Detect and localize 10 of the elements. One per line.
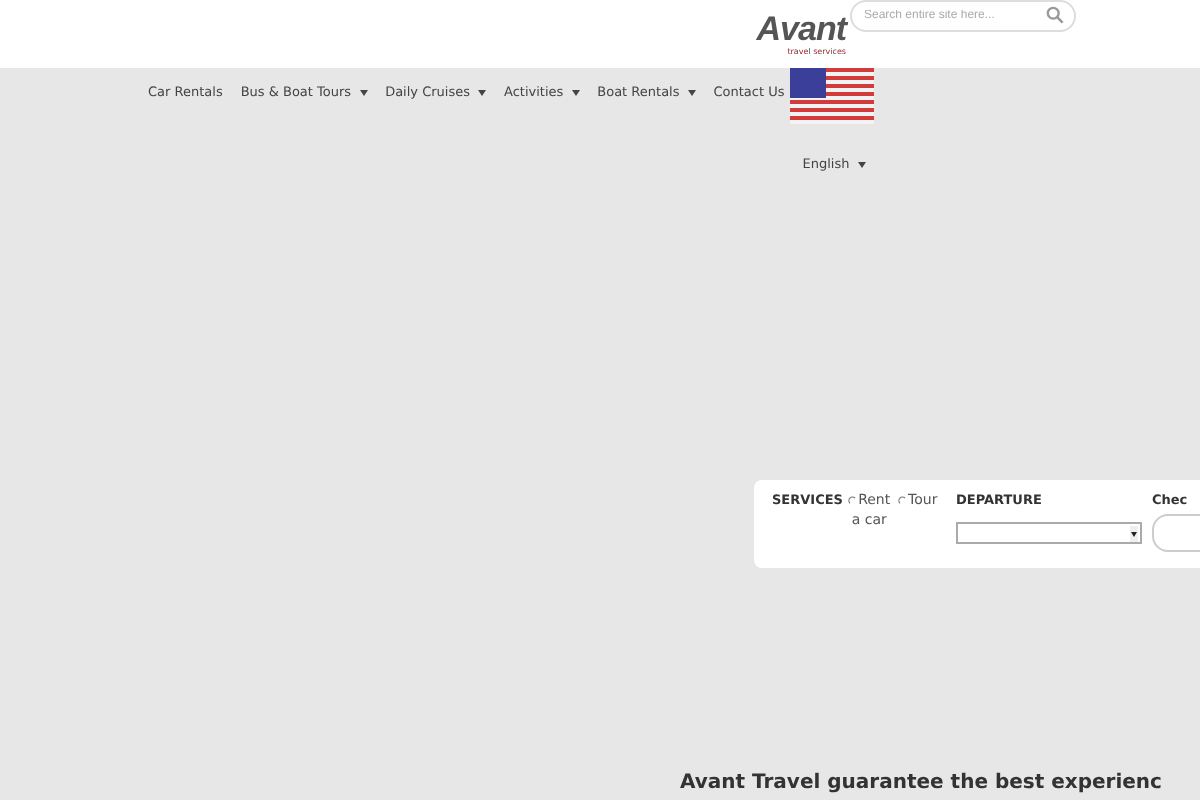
search-icon[interactable]: [1046, 6, 1064, 24]
check-in-field[interactable]: [1152, 514, 1200, 552]
flag-icon[interactable]: [790, 68, 875, 124]
swirl-icon: [848, 496, 857, 504]
dropdown-arrow-icon: [1130, 525, 1138, 541]
caret-icon: [857, 161, 866, 168]
logo-name: Avant: [756, 12, 846, 46]
swirl-icon: [898, 496, 907, 504]
tagline-heading: Avant Travel guarantee the best experienc: [680, 772, 1162, 794]
departure-select[interactable]: [956, 522, 1142, 544]
